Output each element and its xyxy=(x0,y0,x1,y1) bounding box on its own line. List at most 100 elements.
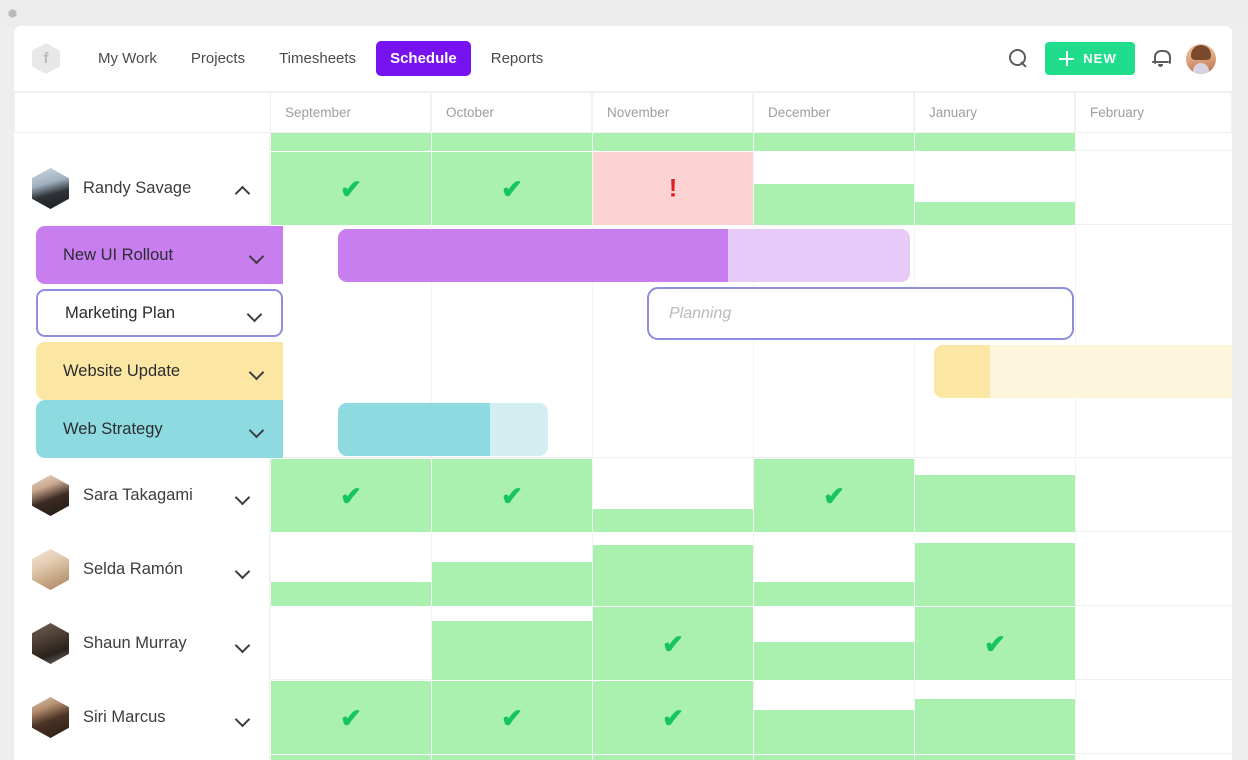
project-row-web-strategy[interactable]: Web Strategy xyxy=(14,400,1232,458)
check-icon: ✔ xyxy=(662,702,684,733)
month-header-september[interactable]: September xyxy=(270,92,431,133)
nav-item-my-work[interactable]: My Work xyxy=(84,41,171,76)
capacity-cell[interactable] xyxy=(915,699,1075,754)
avatar[interactable] xyxy=(1186,43,1216,74)
person-name: Shaun Murray xyxy=(83,634,187,652)
capacity-cell[interactable] xyxy=(754,184,914,225)
check-icon: ✔ xyxy=(984,628,1006,659)
capacity-cell[interactable] xyxy=(271,582,431,606)
table-row[interactable] xyxy=(14,133,1232,151)
table-row[interactable]: ✔ ✔ ! Randy Savage xyxy=(14,152,1232,225)
capacity-cell[interactable] xyxy=(432,562,592,606)
capacity-cell[interactable] xyxy=(915,475,1075,532)
table-row[interactable]: ✔ ✔ ✔ Siri Marcus xyxy=(14,681,1232,754)
person-row-selda-ramon[interactable]: Selda Ramón xyxy=(14,533,270,606)
capacity-cell[interactable]: ✔ xyxy=(432,681,592,754)
chevron-down-icon[interactable] xyxy=(237,714,250,722)
avatar xyxy=(32,697,69,738)
capacity-cell[interactable] xyxy=(432,621,592,680)
check-icon: ✔ xyxy=(340,173,362,204)
project-row-new-ui-rollout[interactable]: New UI Rollout xyxy=(14,226,1232,284)
nav-actions: NEW xyxy=(1009,42,1216,75)
capacity-cell[interactable]: ✔ xyxy=(915,607,1075,680)
chevron-down-icon[interactable] xyxy=(251,251,264,259)
chevron-down-icon[interactable] xyxy=(237,640,250,648)
table-row[interactable]: ✔ ✔ ✔ Sara Takagami xyxy=(14,459,1232,532)
chevron-down-icon[interactable] xyxy=(237,566,250,574)
person-row-shaun-murray[interactable]: Shaun Murray xyxy=(14,607,270,680)
month-header-october[interactable]: October xyxy=(431,92,592,133)
project-name: Web Strategy xyxy=(63,419,163,438)
capacity-cell[interactable]: ✔ xyxy=(432,459,592,532)
capacity-cell[interactable] xyxy=(754,642,914,680)
project-pill-marketing-plan[interactable]: Marketing Plan xyxy=(36,289,283,337)
timeline-header-corner xyxy=(14,92,270,133)
person-row-randy-savage[interactable]: Randy Savage xyxy=(14,152,270,225)
plus-icon xyxy=(1059,51,1075,66)
check-icon: ✔ xyxy=(340,702,362,733)
nav-item-schedule[interactable]: Schedule xyxy=(376,41,471,76)
window-titlebar xyxy=(0,0,1248,26)
capacity-cell[interactable] xyxy=(754,710,914,754)
project-row-website-update[interactable]: Website Update xyxy=(14,342,1232,400)
capacity-cell[interactable] xyxy=(915,543,1075,606)
table-row[interactable] xyxy=(14,755,1232,760)
person-row-sara-takagami[interactable]: Sara Takagami xyxy=(14,459,270,532)
project-pill-new-ui-rollout[interactable]: New UI Rollout xyxy=(36,226,283,284)
capacity-cell[interactable]: ✔ xyxy=(754,459,914,532)
check-icon: ✔ xyxy=(662,628,684,659)
month-header-december[interactable]: December xyxy=(753,92,914,133)
capacity-cell[interactable]: ✔ xyxy=(271,459,431,532)
nav-item-reports[interactable]: Reports xyxy=(477,41,558,76)
nav-item-timesheets[interactable]: Timesheets xyxy=(265,41,370,76)
row-left-cell xyxy=(14,133,270,151)
project-row-marketing-plan[interactable]: Planning Marketing Plan xyxy=(14,284,1232,342)
capacity-cell[interactable]: ✔ xyxy=(593,607,753,680)
person-name: Selda Ramón xyxy=(83,560,183,578)
capacity-cell[interactable] xyxy=(593,545,753,606)
table-row[interactable]: ✔ ✔ Shaun Murray xyxy=(14,607,1232,680)
check-icon: ✔ xyxy=(340,480,362,511)
project-name: New UI Rollout xyxy=(63,245,174,264)
warning-icon: ! xyxy=(668,174,678,202)
person-row-siri-marcus[interactable]: Siri Marcus xyxy=(14,681,270,754)
chevron-down-icon[interactable] xyxy=(251,367,264,375)
person-name: Siri Marcus xyxy=(83,708,166,726)
person-name: Sara Takagami xyxy=(83,486,193,504)
capacity-cell[interactable]: ✔ xyxy=(271,681,431,754)
check-icon: ✔ xyxy=(501,702,523,733)
bell-icon[interactable] xyxy=(1152,49,1171,68)
app-logo-icon: f xyxy=(32,43,60,74)
avatar xyxy=(32,168,69,209)
gantt-bar-web-strategy[interactable] xyxy=(338,403,548,456)
search-icon[interactable] xyxy=(1009,49,1028,68)
chevron-down-icon[interactable] xyxy=(251,425,264,433)
capacity-cell-overbooked[interactable]: ! xyxy=(593,152,753,225)
gantt-bar-placeholder-label: Planning xyxy=(669,304,732,322)
capacity-cell[interactable] xyxy=(915,202,1075,225)
project-name: Marketing Plan xyxy=(65,303,176,322)
nav-item-projects[interactable]: Projects xyxy=(177,41,259,76)
chevron-down-icon[interactable] xyxy=(237,492,250,500)
month-header-january[interactable]: January xyxy=(914,92,1075,133)
project-pill-website-update[interactable]: Website Update xyxy=(36,342,283,400)
gantt-bar-marketing-plan[interactable]: Planning xyxy=(647,287,1074,340)
new-button[interactable]: NEW xyxy=(1045,42,1135,75)
capacity-cell[interactable] xyxy=(754,582,914,606)
capacity-cell[interactable]: ✔ xyxy=(271,152,431,225)
app-window: f My Work Projects Timesheets Schedule R… xyxy=(14,26,1232,760)
check-icon: ✔ xyxy=(501,173,523,204)
capacity-cell[interactable]: ✔ xyxy=(593,681,753,754)
month-header-february[interactable]: February xyxy=(1075,92,1232,133)
nav-links: My Work Projects Timesheets Schedule Rep… xyxy=(84,41,557,76)
gantt-bar-website-update[interactable] xyxy=(934,345,1232,398)
project-pill-web-strategy[interactable]: Web Strategy xyxy=(36,400,283,458)
capacity-cell[interactable] xyxy=(593,509,753,532)
gantt-bar-new-ui-rollout[interactable] xyxy=(338,229,910,282)
capacity-cell[interactable]: ✔ xyxy=(432,152,592,225)
month-header-november[interactable]: November xyxy=(592,92,753,133)
chevron-down-icon[interactable] xyxy=(249,309,262,317)
chevron-up-icon[interactable] xyxy=(237,185,250,193)
new-button-label: NEW xyxy=(1083,51,1117,66)
table-row[interactable]: Selda Ramón xyxy=(14,533,1232,606)
